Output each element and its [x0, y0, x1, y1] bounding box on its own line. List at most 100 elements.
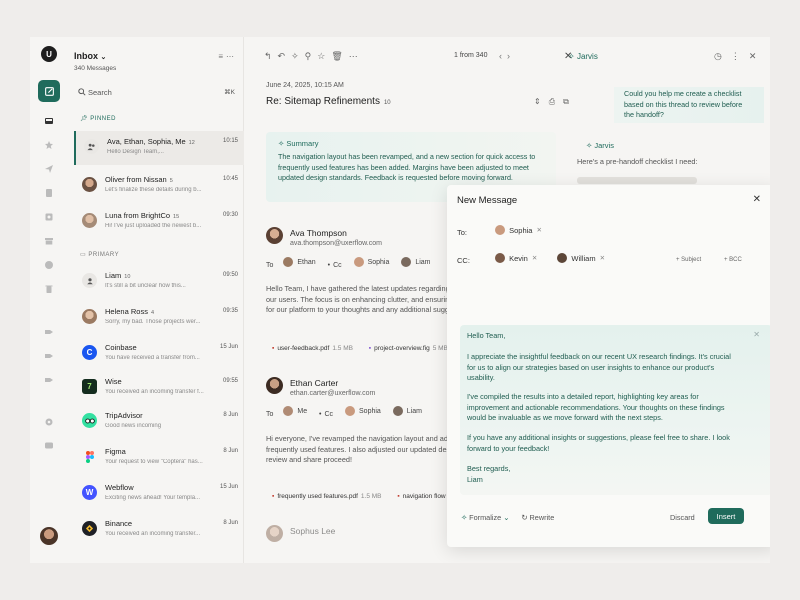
recipient-chip[interactable]: Sophia [345, 406, 381, 416]
nav-rail: U [30, 37, 68, 563]
mail-list-panel: Inbox ⌄ 340 Messages ≡⋯ Search ⌘K 📌︎ PIN… [68, 37, 244, 563]
mail-item[interactable]: TripAdvisor 8 Jun Good news incoming [74, 405, 244, 439]
trash-icon[interactable] [42, 282, 56, 296]
list-tools: ≡⋯ [218, 52, 237, 61]
refresh-icon: ↻ [521, 513, 528, 522]
avatar [82, 309, 97, 324]
label-icon[interactable] [42, 373, 56, 387]
send-icon[interactable] [42, 162, 56, 176]
wise-logo-icon: 7 [82, 379, 97, 394]
pdf-file-icon: ▪ [272, 493, 275, 500]
more-icon[interactable]: ⋯ [349, 51, 364, 61]
label-icon[interactable] [42, 325, 56, 339]
inbox-small-icon: ▭ [80, 252, 87, 258]
binance-logo-icon [82, 521, 97, 536]
mail-item[interactable]: Ava, Ethan, Sophia, Me 12 10:15 Hello Des… [74, 131, 244, 165]
to-field[interactable]: To: Sophia ✕ [457, 225, 560, 237]
remove-icon: ✕ [531, 255, 538, 262]
mail-item[interactable]: Oliver from Nissan 5 10:45 Let's finalize… [74, 169, 244, 203]
recipient-chip[interactable]: Liam [392, 406, 422, 416]
thread-subject: Re: Sitemap Refinements 10 [266, 96, 391, 107]
discard-button[interactable]: Discard [670, 513, 695, 522]
add-bcc-button[interactable]: + BCC [724, 257, 742, 263]
reply-all-icon[interactable]: ↶ [278, 51, 292, 61]
close-icon[interactable]: ✕ [753, 194, 761, 205]
primary-section-label: ▭ PRIMARY [80, 252, 120, 258]
add-subject-button[interactable]: + Subject [676, 257, 701, 263]
settings-icon[interactable] [42, 415, 56, 429]
avatar [266, 377, 283, 394]
account-avatar[interactable]: U [41, 46, 57, 62]
cc-label: • Cc [327, 262, 342, 269]
sparkle-icon[interactable]: ✧ [291, 51, 305, 61]
formalize-button[interactable]: ✧ Formalize ⌄ [461, 513, 509, 522]
history-icon[interactable]: ◷ [714, 51, 731, 61]
mail-item[interactable]: C Coinbase 15 Jun You have received a tr… [74, 337, 244, 371]
search-icon [78, 88, 86, 96]
pdf-file-icon: ▪ [397, 493, 400, 500]
attachment-chip[interactable]: ▪ navigation flow [397, 493, 445, 500]
more-icon[interactable]: ⋯ [226, 52, 237, 61]
attachment-chip[interactable]: ▪ frequently used features.pdf 1.5 MB [272, 493, 396, 500]
document-icon[interactable] [42, 186, 56, 200]
new-message-window: New Message ✕ To: Sophia ✕ CC: Kevin ✕ Wil… [447, 185, 770, 547]
drafts-icon[interactable] [42, 210, 56, 224]
chevron-left-icon[interactable]: ‹ [499, 51, 507, 61]
inbox-icon[interactable] [42, 114, 56, 128]
webflow-logo-icon: W [82, 485, 97, 500]
thread-date: June 24, 2025, 10:15 AM [266, 82, 344, 89]
spam-icon[interactable] [42, 258, 56, 272]
recipient-chip[interactable]: Kevin ✕ [495, 253, 545, 263]
recipient-chip[interactable]: Sophia [353, 257, 389, 267]
chat-icon[interactable] [42, 439, 56, 453]
avatar [82, 213, 97, 228]
search-box[interactable]: Search ⌘K [74, 85, 238, 99]
recipient-chip[interactable]: Sophia ✕ [495, 225, 550, 235]
more-vertical-icon[interactable]: ⋮ [731, 51, 749, 61]
close-icon[interactable]: ✕ [753, 330, 760, 339]
attachment-chip[interactable]: ▪ user-feedback.pdf 1.5 MB [272, 345, 367, 352]
recipient-chip[interactable]: William ✕ [557, 253, 613, 263]
jarvis-tools: ◷⋮✕ [714, 51, 765, 62]
mail-item[interactable]: Figma 8 Jun Your request to view "Copter… [74, 441, 244, 475]
trash-icon[interactable]: 🗑︎ [331, 51, 348, 61]
star-icon[interactable] [42, 138, 56, 152]
figma-logo-icon [82, 449, 97, 464]
label-icon[interactable] [42, 349, 56, 363]
cc-field[interactable]: CC: Kevin ✕ William ✕ [457, 253, 623, 265]
cc-label: • Cc [319, 411, 334, 418]
message-editor[interactable]: ✕ Hello Team, I appreciate the insightfu… [460, 325, 770, 495]
recipient-chip[interactable]: Me [283, 406, 307, 416]
close-icon[interactable]: ✕ [749, 51, 766, 61]
app-window: U Inbox ⌄ 340 Messages ≡⋯ Search ⌘K 📌︎ P… [30, 37, 770, 563]
pin-icon[interactable]: ⚲ [305, 51, 318, 61]
mail-item[interactable]: Binance 8 Jun You received an incoming t… [74, 513, 244, 547]
attachments-row: ▪ frequently used features.pdf 1.5 MB ▪ nav… [272, 493, 446, 500]
recipient-chip[interactable]: Ethan [283, 257, 316, 267]
mailbox-title[interactable]: Inbox ⌄ [74, 51, 106, 61]
mail-item[interactable]: W Webflow 15 Jun Exciting news ahead! Yo… [74, 477, 244, 511]
mail-item[interactable]: Helena Ross 4 09:35 Sorry, my bad. Those … [74, 301, 244, 335]
jarvis-title: ✧ Jarvis [568, 52, 598, 61]
user-avatar[interactable] [40, 527, 58, 545]
loading-placeholder [577, 177, 697, 184]
search-shortcut: ⌘K [224, 89, 235, 96]
remove-icon: ✕ [536, 227, 542, 234]
mail-item[interactable]: Liam 10 09:50 It's still a bit unclear ho… [74, 265, 244, 299]
star-icon[interactable]: ☆ [317, 51, 331, 61]
rewrite-button[interactable]: ↻ Rewrite [521, 513, 554, 522]
reply-icon[interactable]: ↰ [264, 51, 278, 61]
user-icon [82, 273, 97, 288]
sparkle-icon: ✧ [586, 141, 593, 150]
mail-item[interactable]: Luna from BrightCo 15 09:30 Hi! I've just… [74, 205, 244, 239]
archive-icon[interactable] [42, 234, 56, 248]
mail-item[interactable]: 7 Wise 09:55 You received an incoming tr… [74, 371, 244, 405]
recipient-chip[interactable]: Liam [401, 257, 431, 267]
chevron-right-icon[interactable]: › [507, 51, 515, 61]
filter-icon[interactable]: ≡ [218, 52, 226, 61]
search-input[interactable]: Search [88, 88, 112, 97]
insert-button[interactable]: Insert [708, 508, 744, 524]
compose-button[interactable] [38, 80, 60, 102]
compose-title: New Message [457, 195, 518, 206]
jarvis-answer-title: ✧ Jarvis [586, 141, 614, 150]
